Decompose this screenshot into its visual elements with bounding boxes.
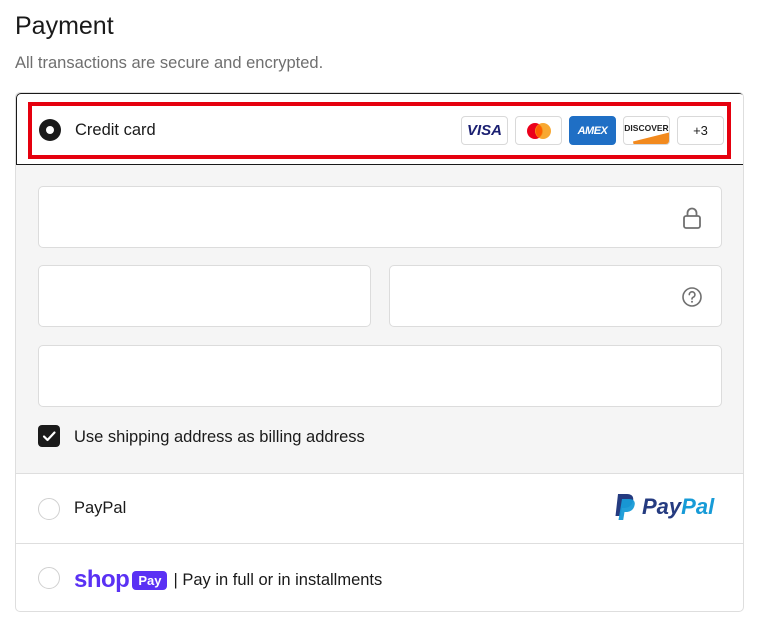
card-number-field[interactable]: [38, 186, 722, 248]
credit-card-option[interactable]: Credit card VISA AMEX DISCOVER +3: [16, 93, 743, 165]
page-title: Payment: [15, 12, 114, 40]
billing-address-label: Use shipping address as billing address: [74, 428, 365, 446]
paypal-logo: PayPal: [614, 493, 714, 521]
paypal-radio[interactable]: [38, 498, 60, 520]
paypal-p-icon: [615, 494, 635, 520]
expiration-date-field[interactable]: [38, 265, 371, 327]
shop-pay-tagline: | Pay in full or in installments: [173, 570, 383, 589]
lock-icon: [683, 207, 701, 229]
name-on-card-field[interactable]: [38, 345, 722, 407]
paypal-label: PayPal: [74, 499, 127, 517]
paypal-logo-text-a: Pay: [642, 494, 682, 519]
security-code-field[interactable]: [389, 265, 722, 327]
check-icon: [42, 431, 56, 442]
shop-pay-logo: shop Pay | Pay in full or in installment…: [74, 566, 382, 594]
shop-pay-pill: Pay: [132, 570, 168, 590]
shop-logo-word: shop: [74, 566, 130, 593]
page-subtitle: All transactions are secure and encrypte…: [15, 54, 324, 72]
paypal-logo-text-b: Pal: [681, 494, 715, 519]
help-circle-icon[interactable]: [681, 286, 703, 308]
shop-pay-radio[interactable]: [38, 567, 60, 589]
billing-address-checkbox[interactable]: [38, 425, 60, 447]
payment-methods-panel: Credit card VISA AMEX DISCOVER +3 Use sh…: [15, 92, 744, 612]
discover-label: DISCOVER: [624, 122, 669, 133]
credit-card-form: [16, 165, 743, 473]
